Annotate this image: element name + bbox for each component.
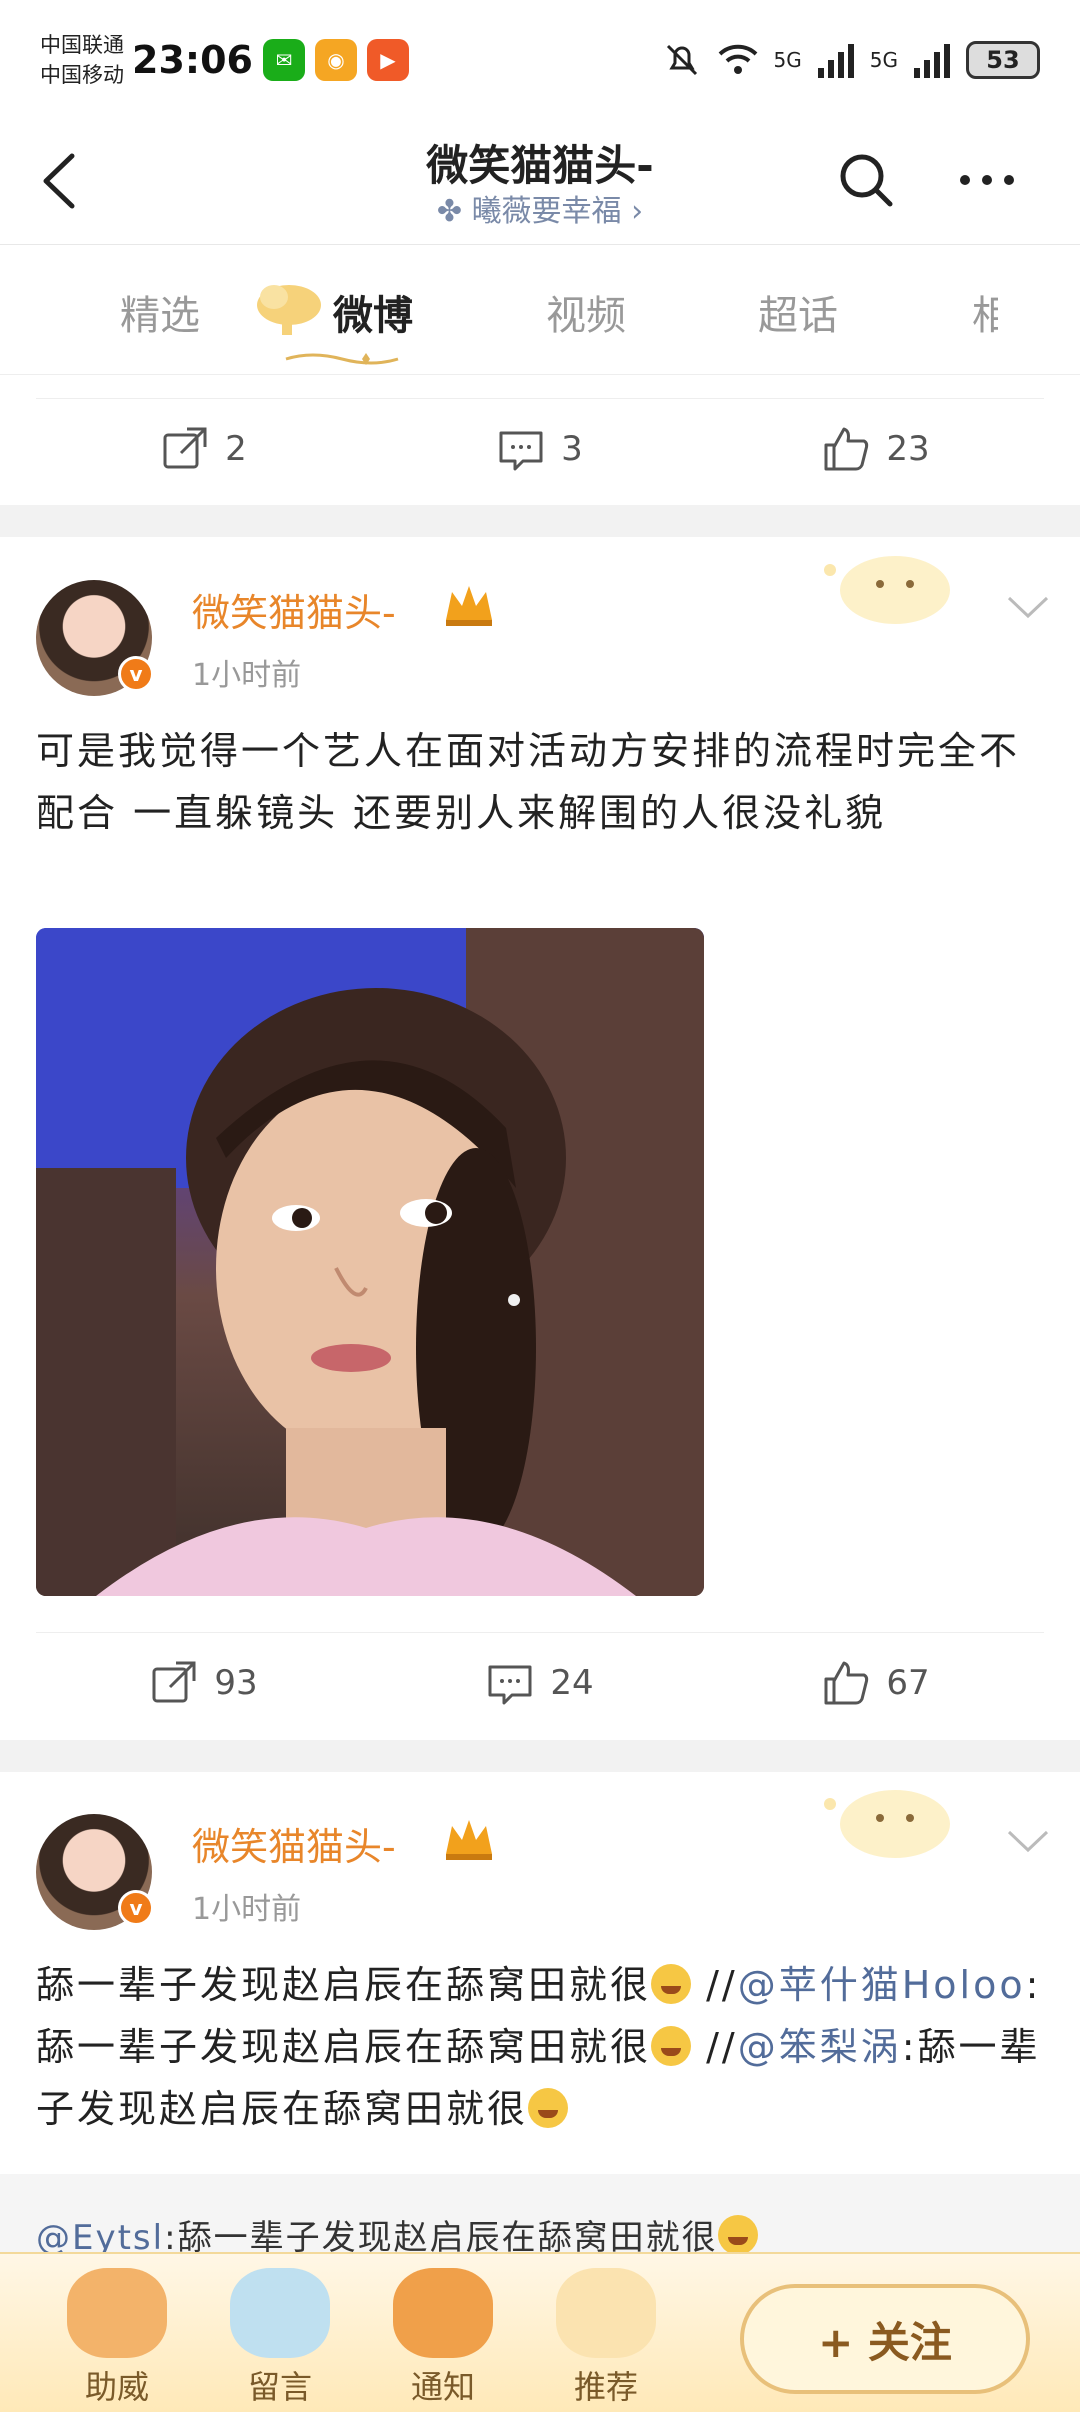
feed-divider: [0, 505, 1080, 537]
tab-underline-decoration: [285, 353, 399, 365]
signal-bars-icon: [914, 44, 950, 78]
chevron-down-icon[interactable]: [1005, 1826, 1051, 1856]
post-time: 1小时前: [192, 658, 302, 693]
like-count: 67: [886, 1662, 930, 1703]
tab-album[interactable]: 相: [972, 283, 998, 341]
tab-weibo[interactable]: 微博: [333, 283, 413, 341]
post-username[interactable]: 微笑猫猫头-: [192, 582, 396, 637]
notice-label: 通知: [410, 2368, 475, 2406]
crying-laughing-emoji-icon: [717, 2215, 758, 2255]
picture-icon: [230, 2268, 330, 2358]
hamster-decoration-icon: [824, 556, 950, 624]
more-options-icon[interactable]: [955, 150, 1019, 210]
message-button[interactable]: 留言: [215, 2254, 345, 2412]
like-count: 23: [886, 428, 930, 469]
mute-bell-icon: [666, 44, 697, 76]
mention-link[interactable]: @苹什猫Holoo: [738, 1963, 1026, 2007]
comment-icon: [499, 431, 543, 470]
post-username[interactable]: 微笑猫猫头-: [192, 1816, 396, 1871]
verified-v-icon: v: [118, 1890, 154, 1926]
comment-button[interactable]: 3: [372, 425, 708, 473]
cloud-decoration-icon: [257, 285, 321, 335]
crown-icon: [446, 586, 492, 626]
thumbs-up-icon: [824, 1661, 869, 1704]
comment-button[interactable]: 24: [372, 1659, 708, 1707]
crying-laughing-emoji-icon: [651, 2026, 692, 2066]
mention-link[interactable]: @笨梨涡: [738, 2025, 902, 2069]
post-time: 1小时前: [192, 1892, 302, 1927]
weibo-icon: ◉: [314, 39, 357, 81]
page-header: 微笑猫猫头- ✤ 曦薇要幸福 ›: [0, 120, 1080, 245]
portrait-illustration: [36, 928, 704, 1596]
search-icon[interactable]: [836, 150, 896, 210]
follow-button[interactable]: + 关注: [740, 2284, 1030, 2394]
chevron-down-icon[interactable]: [1005, 592, 1051, 622]
kuaishou-icon: ▶: [366, 39, 409, 81]
post-text: 可是我觉得一个艺人在面对活动方安排的流程时完全不配合 一直躲镜头 还要别人来解围…: [36, 729, 1021, 835]
repost-separator: //: [691, 2025, 738, 2069]
verified-v-icon: v: [118, 656, 154, 692]
super-topic-link[interactable]: ✤ 曦薇要幸福 ›: [0, 186, 1080, 230]
like-button[interactable]: 23: [708, 425, 1044, 473]
signal-2-label: 5G: [869, 48, 898, 72]
prev-post-action-bar: 2 3 23: [36, 398, 1044, 498]
text-segment: 舔一辈子发现赵启辰在舔窝田就很: [36, 1963, 652, 2007]
post-text: 舔一辈子发现赵启辰在舔窝田就很 //@苹什猫Holoo:舔一辈子发现赵启辰在舔窝…: [36, 1954, 1046, 2140]
battery-indicator: 53: [966, 41, 1040, 79]
carrier-1: 中国联通: [40, 33, 124, 57]
support-button[interactable]: 助威: [52, 2254, 182, 2412]
crying-laughing-emoji-icon: [528, 2088, 569, 2128]
signal-bars-icon: [817, 44, 854, 78]
basket-icon: [67, 2268, 167, 2358]
notice-button[interactable]: 通知: [378, 2254, 508, 2412]
hamster-icon: [556, 2268, 656, 2358]
post-image[interactable]: [36, 928, 704, 1596]
share-button[interactable]: 93: [36, 1659, 372, 1707]
share-count: 93: [214, 1662, 258, 1703]
share-icon: [163, 427, 207, 468]
carrier-2: 中国移动: [40, 63, 124, 87]
super-topic-label: 曦薇要幸福 ›: [471, 194, 644, 229]
thumbs-up-icon: [824, 427, 869, 470]
tab-video[interactable]: 视频: [546, 283, 626, 341]
wifi-icon: [718, 44, 757, 74]
comment-icon: [488, 1665, 532, 1704]
comment-count: 24: [550, 1662, 594, 1703]
tab-featured[interactable]: 精选: [120, 283, 200, 341]
recommend-button[interactable]: 推荐: [541, 2254, 671, 2412]
post-action-bar: 93 24 67: [36, 1632, 1044, 1732]
leaf-icon: [393, 2268, 493, 2358]
page-title: 微笑猫猫头-: [426, 141, 654, 190]
tab-super-topic[interactable]: 超话: [758, 283, 838, 341]
share-count: 2: [225, 428, 247, 469]
hamster-decoration-icon: [824, 1790, 950, 1858]
repost-separator: //: [691, 1963, 738, 2007]
crying-laughing-emoji-icon: [651, 1964, 692, 2004]
share-button[interactable]: 2: [36, 425, 372, 473]
share-icon: [152, 1661, 196, 1702]
carrier-names: 中国联通 中国移动: [40, 30, 124, 90]
status-bar: 中国联通 中国移动 23:06 ✉ ◉ ▶ 5G 5G 53: [0, 0, 1080, 120]
feed-divider: [0, 1740, 1080, 1772]
comment-count: 3: [561, 428, 583, 469]
wechat-icon: ✉: [262, 39, 305, 81]
signal-1-label: 5G: [773, 48, 802, 72]
like-button[interactable]: 67: [708, 1659, 1044, 1707]
clover-icon: ✤: [436, 194, 463, 229]
crown-icon: [446, 1820, 492, 1860]
recommend-label: 推荐: [573, 2368, 638, 2406]
profile-tabs: 精选 微博 视频 超话 相: [0, 245, 1080, 375]
clock: 23:06: [132, 38, 253, 82]
bottom-toolbar: 助威 留言 通知 推荐 + 关注: [0, 2252, 1080, 2412]
message-label: 留言: [247, 2368, 312, 2406]
support-label: 助威: [84, 2368, 149, 2406]
